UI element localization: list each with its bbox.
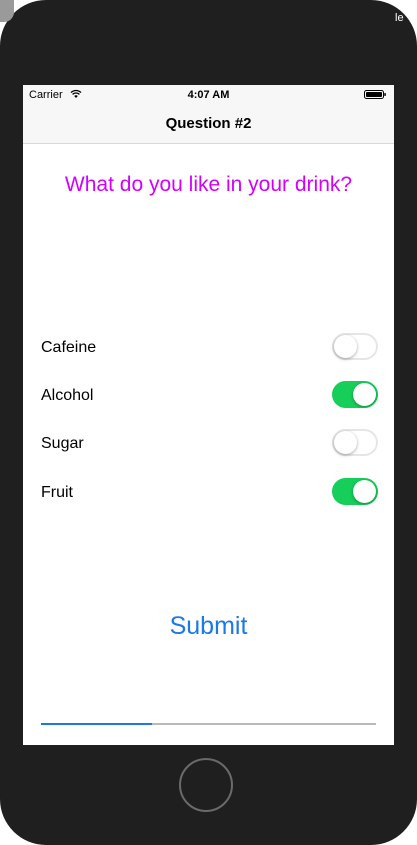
option-row-sugar: Sugar: [41, 429, 378, 461]
progress-fill: [41, 723, 152, 725]
device: le Carrier 4:07 AM Question #2 What do y…: [0, 0, 417, 845]
status-time: 4:07 AM: [187, 89, 230, 101]
navigation-bar: Question #2: [23, 105, 394, 144]
toggle-knob: [334, 431, 357, 454]
submit-button[interactable]: Submit: [23, 612, 394, 641]
question-text: What do you like in your drink?: [64, 173, 353, 196]
option-label: Fruit: [41, 484, 73, 501]
fruit-toggle[interactable]: [332, 478, 378, 505]
toggle-knob: [353, 383, 376, 406]
home-button[interactable]: [179, 758, 233, 812]
alcohol-toggle[interactable]: [332, 381, 378, 408]
status-bar: Carrier 4:07 AM: [23, 85, 394, 105]
option-label: Alcohol: [41, 387, 94, 404]
progress-bar: [41, 723, 376, 725]
cafeine-toggle[interactable]: [332, 333, 378, 360]
option-row-fruit: Fruit: [41, 478, 378, 510]
phone-screen: Carrier 4:07 AM Question #2 What do you …: [23, 85, 394, 745]
option-row-alcohol: Alcohol: [41, 381, 378, 413]
sugar-toggle[interactable]: [332, 429, 378, 456]
nav-title: Question #2: [165, 115, 252, 132]
option-row-cafeine: Cafeine: [41, 333, 378, 365]
option-label: Cafeine: [41, 339, 97, 356]
option-label: Sugar: [41, 435, 84, 452]
toggle-knob: [334, 335, 357, 358]
battery-icon: [364, 90, 386, 99]
toggle-knob: [353, 480, 376, 503]
window-title-fragment: le: [395, 12, 404, 24]
